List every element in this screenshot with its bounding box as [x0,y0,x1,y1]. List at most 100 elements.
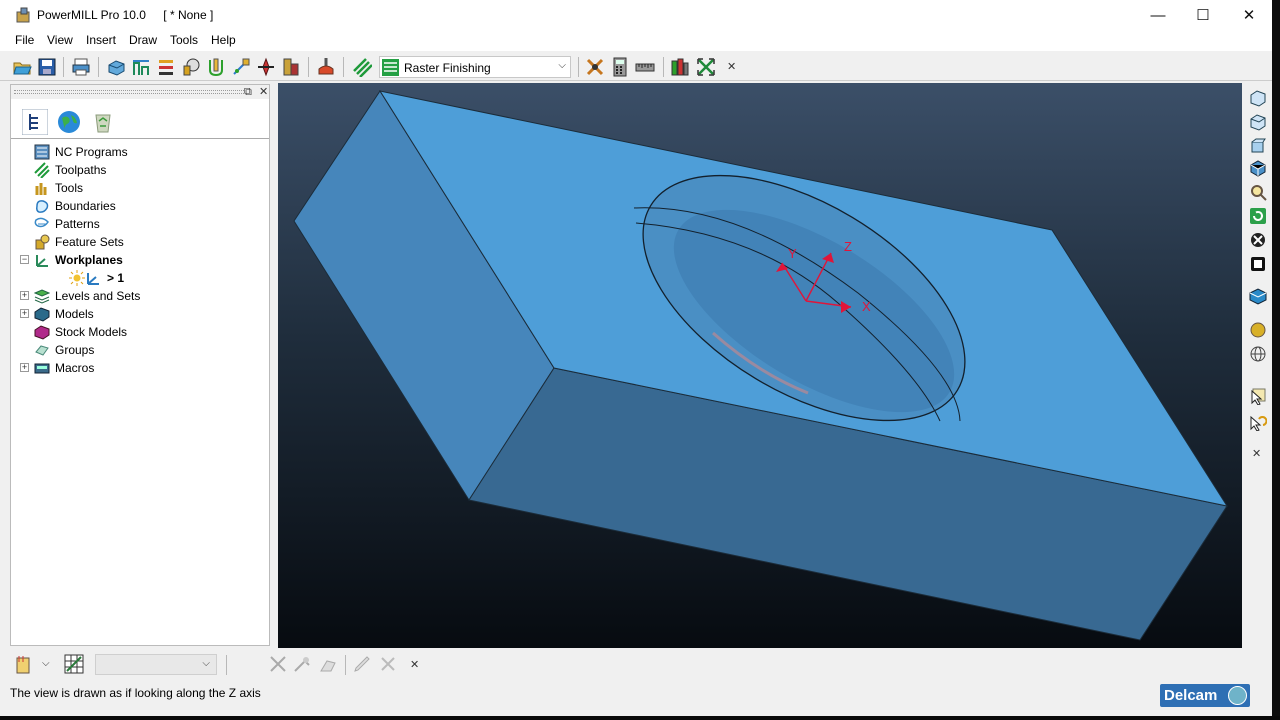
explorer-header: ⧉ ✕ [11,85,269,99]
graphics-viewport[interactable]: Y Z X [278,83,1242,648]
model-view[interactable]: Y Z X [278,83,1242,648]
toolpath-verify-icon[interactable] [585,57,605,77]
expand-toggle[interactable]: + [20,309,29,318]
select-icon[interactable] [1249,387,1267,405]
tool-axis-icon[interactable] [256,57,276,77]
toolpath-edit-icon[interactable] [268,654,288,674]
active-strategy-dropdown[interactable]: Raster Finishing ⌵ [379,56,571,78]
machine-tool-icon[interactable] [281,57,301,77]
toolpath-strategies-icon[interactable] [316,57,336,77]
grid-pattern-icon[interactable] [64,654,84,674]
tree-item-nc-programs[interactable]: NC Programs [11,143,269,161]
toolbar-separator [226,655,227,675]
delcam-logo: Delcam [1160,684,1250,707]
expand-toggle[interactable]: + [20,363,29,372]
tree-label: Toolpaths [55,163,107,177]
toolbar-separator [308,57,309,77]
close-bottom-toolbar-button[interactable]: ✕ [410,658,419,671]
calculator-icon[interactable] [610,57,630,77]
bottom-toolbar: ⌵ ⌵ ✕ [0,650,1272,678]
minimize-button[interactable]: — [1135,0,1181,31]
tree-item-feature-sets[interactable]: Feature Sets [11,233,269,251]
rapid-move-heights-icon[interactable] [131,57,151,77]
print-icon[interactable] [71,57,91,77]
view-iso3-icon[interactable] [1249,137,1267,155]
close-view-toolbar-button[interactable]: ✕ [1252,447,1261,460]
toolbar-separator [63,57,64,77]
maximize-button[interactable]: ☐ [1180,0,1226,31]
tree-item-boundaries[interactable]: Boundaries [11,197,269,215]
macros-icon [34,363,50,374]
open-project-icon[interactable] [12,57,32,77]
nc-program-icon[interactable] [14,654,34,674]
start-end-point-icon[interactable] [156,57,176,77]
view-iso2-icon[interactable] [1249,113,1267,131]
close-toolbar-button[interactable]: ✕ [727,60,736,73]
powermill-window: PowerMILL Pro 10.0 [ * None ] — ☐ ✕ File… [0,0,1272,716]
block-icon[interactable] [106,57,126,77]
close-panel-button[interactable]: ✕ [259,85,268,99]
boundaries-icon [36,200,49,213]
menu-tools[interactable]: Tools [170,33,198,47]
nc-program-combo[interactable]: ⌵ [95,654,217,675]
menu-insert[interactable]: Insert [86,33,116,47]
workplane-align-icon[interactable] [670,57,690,77]
chevron-down-icon[interactable]: ⌵ [558,60,566,71]
leads-links-icon[interactable] [206,57,226,77]
refresh-icon[interactable] [1249,207,1267,225]
view-toolbar: ✕ [1244,83,1272,653]
nc-programs-icon [34,144,50,160]
raster-strategy-icon [382,59,399,76]
boundary-edit-icon[interactable] [318,654,338,674]
block-view-icon[interactable] [1249,287,1267,305]
tree-item-patterns[interactable]: Patterns [11,215,269,233]
shaded-icon[interactable] [1249,321,1267,339]
undo-select-icon[interactable] [1249,413,1267,431]
tree-label: Groups [55,343,95,357]
point-distribution-icon[interactable] [231,57,251,77]
resize-to-fit-icon[interactable] [1249,231,1267,249]
menu-view[interactable]: View [47,33,73,47]
pencil-icon[interactable] [352,654,372,674]
delete-edit-icon[interactable] [378,654,398,674]
tree-item-workplanes[interactable]: − Workplanes [11,251,269,269]
tree-item-groups[interactable]: Groups [11,341,269,359]
zoom-icon[interactable] [1249,183,1267,201]
restore-panel-button[interactable]: ⧉ [244,85,252,99]
tree-item-models[interactable]: + Models [11,305,269,323]
axis-z-label: Z [844,239,852,254]
view-iso4-icon[interactable] [1249,159,1267,177]
close-window-button[interactable]: ✕ [1226,0,1272,31]
wireframe-icon[interactable] [1249,345,1267,363]
levels-icon [34,289,50,304]
raster-finishing-toolpath-icon[interactable] [352,57,372,77]
feeds-speeds-icon[interactable] [181,57,201,77]
window-title: PowerMILL Pro 10.0 [ * None ] [37,8,227,22]
screen-edge [0,716,1280,720]
explorer-tree-tab-icon[interactable] [22,109,48,135]
tree-item-workplane-1[interactable]: > 1 [11,269,269,287]
tool-edit-icon[interactable] [292,654,312,674]
save-project-icon[interactable] [37,57,57,77]
measure-icon[interactable] [635,57,655,77]
tools-icon [35,183,47,195]
view-iso1-icon[interactable] [1249,89,1267,107]
tree-item-macros[interactable]: + Macros [11,359,269,377]
expand-arrows-icon[interactable] [696,57,716,77]
menu-draw[interactable]: Draw [129,33,157,47]
globe-tab-icon[interactable] [56,109,82,135]
collapse-toggle[interactable]: − [20,255,29,264]
dock-grip[interactable] [14,90,244,94]
tree-item-stock-models[interactable]: Stock Models [11,323,269,341]
tree-label: > 1 [107,271,125,285]
tree-item-toolpaths[interactable]: Toolpaths [11,161,269,179]
menu-file[interactable]: File [15,33,34,47]
tree-item-tools[interactable]: Tools [11,179,269,197]
tree-item-levels-and-sets[interactable]: + Levels and Sets [11,287,269,305]
recycle-bin-tab-icon[interactable] [90,109,116,135]
expand-toggle[interactable]: + [20,291,29,300]
menu-help[interactable]: Help [211,33,236,47]
zoom-box-icon[interactable] [1249,255,1267,273]
chevron-down-icon[interactable]: ⌵ [42,658,50,669]
tree-label: Levels and Sets [55,289,141,303]
